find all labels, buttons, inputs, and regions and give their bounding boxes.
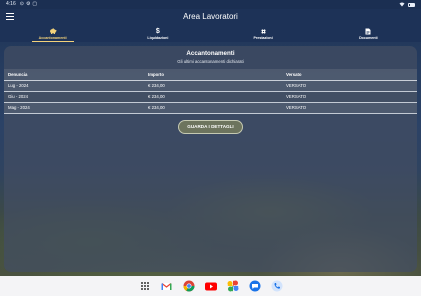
photos-icon[interactable] <box>226 279 240 293</box>
piggy-bank-icon <box>49 27 57 35</box>
gmail-icon[interactable] <box>160 279 174 293</box>
tab-bar: Accantonamenti $ Liquidazioni Prestazion… <box>0 25 421 42</box>
apps-grid-icon[interactable] <box>138 279 152 293</box>
status-icon-2: ⚙ <box>25 1 31 7</box>
tab-label: Documenti <box>359 36 378 40</box>
cell-versato: VERSATO <box>282 91 417 103</box>
tab-label: Prestazioni <box>253 36 273 40</box>
cell-importo: € 234,00 <box>144 102 282 114</box>
status-right <box>399 2 415 7</box>
accantonamenti-table: Denuncia Importo Versato Lug - 2024 € 23… <box>4 69 417 114</box>
wifi-icon <box>399 2 405 7</box>
dollar-icon: $ <box>155 27 160 35</box>
status-bar: 4:16 ⊙ ⚙ ▢ <box>0 0 421 9</box>
cell-importo: € 234,00 <box>144 80 282 92</box>
bandage-icon <box>260 27 267 35</box>
messages-icon[interactable] <box>248 279 262 293</box>
cell-versato: VERSATO <box>282 80 417 92</box>
page-title: Area Lavoratori <box>183 12 238 21</box>
tab-accantonamenti[interactable]: Accantonamenti <box>0 25 105 42</box>
document-icon <box>365 27 371 35</box>
battery-icon <box>408 2 415 7</box>
table-row: Mag - 2024 € 234,00 VERSATO <box>4 102 417 114</box>
app-dock <box>0 276 421 296</box>
table-row: Lug - 2024 € 234,00 VERSATO <box>4 80 417 92</box>
cell-versato: VERSATO <box>282 102 417 114</box>
table-row: Giu - 2024 € 234,00 VERSATO <box>4 91 417 103</box>
chrome-icon[interactable] <box>182 279 196 293</box>
cell-denuncia: Lug - 2024 <box>4 80 144 92</box>
status-time: 4:16 <box>6 1 16 7</box>
status-icon-1: ⊙ <box>19 1 24 7</box>
status-icons: ⊙ ⚙ ▢ <box>20 0 37 9</box>
tab-label: Liquidazioni <box>147 36 169 40</box>
tab-prestazioni[interactable]: Prestazioni <box>211 25 316 42</box>
tab-liquidazioni[interactable]: $ Liquidazioni <box>105 25 210 42</box>
accantonamenti-card: Accantonamenti Gli ultimi accantonamenti… <box>4 46 417 272</box>
tab-documenti[interactable]: Documenti <box>316 25 421 42</box>
card-title: Accantonamenti <box>186 50 235 57</box>
cell-importo: € 234,00 <box>144 91 282 103</box>
youtube-icon[interactable] <box>204 279 218 293</box>
app-bar: Area Lavoratori <box>0 9 421 25</box>
table-header-row: Denuncia Importo Versato <box>4 69 417 81</box>
cell-denuncia: Giu - 2024 <box>4 91 144 103</box>
status-icon-3: ▢ <box>32 1 38 7</box>
phone-icon[interactable] <box>270 279 284 293</box>
tab-label: Accantonamenti <box>38 36 67 40</box>
cell-denuncia: Mag - 2024 <box>4 102 144 114</box>
view-details-button[interactable]: GUARDA I DETTAGLI <box>178 120 243 134</box>
column-header-denuncia: Denuncia <box>4 69 144 81</box>
column-header-importo: Importo <box>144 69 282 81</box>
column-header-versato: Versato <box>282 69 417 81</box>
card-subtitle: Gli ultimi accantonamenti dichiarati <box>177 59 244 64</box>
